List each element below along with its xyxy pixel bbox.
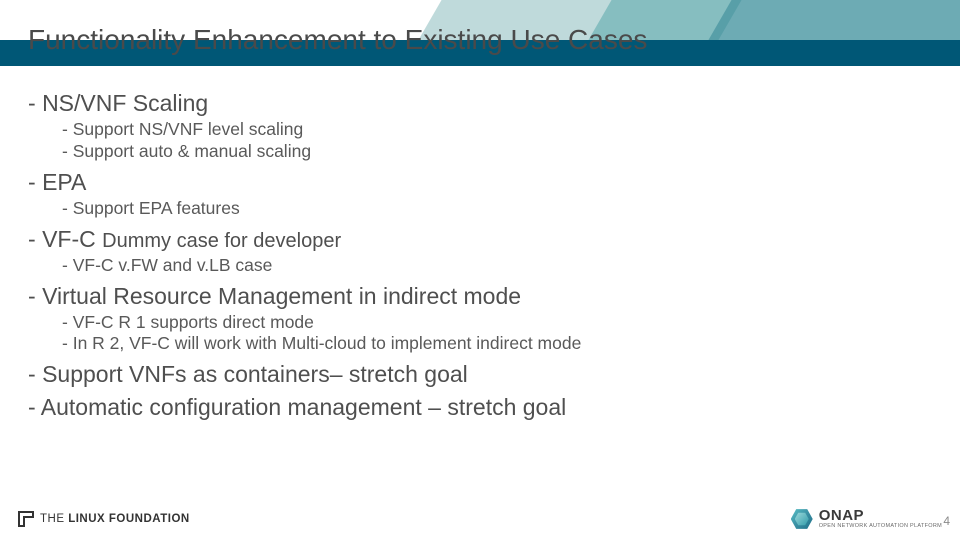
header-stripe — [697, 0, 960, 40]
lf-main: LINUX FOUNDATION — [68, 513, 190, 525]
linux-foundation-text: THE LINUX FOUNDATION — [40, 513, 190, 525]
onap-text: ONAP OPEN NETWORK AUTOMATION PLATFORM — [819, 508, 942, 530]
linux-foundation-logo: THE LINUX FOUNDATION — [18, 511, 190, 527]
slide-title: Functionality Enhancement to Existing Us… — [28, 24, 647, 56]
bullet-l1: EPA — [28, 169, 932, 196]
bullet-l1: NS/VNF Scaling — [28, 90, 932, 117]
slide-content: NS/VNF Scaling Support NS/VNF level scal… — [28, 84, 932, 423]
bullet-l2: Support EPA features — [62, 198, 932, 220]
bullet-l1: Virtual Resource Management in indirect … — [28, 283, 932, 310]
bullet-l1: Support VNFs as containers– stretch goal — [28, 361, 932, 388]
bullet-l2: In R 2, VF-C will work with Multi-cloud … — [62, 333, 932, 355]
lf-prefix: THE — [40, 513, 65, 525]
onap-sub: OPEN NETWORK AUTOMATION PLATFORM — [819, 524, 942, 530]
linux-foundation-icon — [18, 511, 34, 527]
bullet-l1: Automatic configuration management – str… — [28, 394, 932, 421]
bullet-text: VF-C — [42, 226, 102, 252]
page-number: 4 — [943, 514, 950, 528]
onap-logo: ONAP OPEN NETWORK AUTOMATION PLATFORM — [791, 508, 942, 530]
onap-icon — [791, 508, 813, 530]
bullet-l2: Support NS/VNF level scaling — [62, 119, 932, 141]
bullet-l1: VF-C Dummy case for developer — [28, 226, 932, 253]
bullet-l2: VF-C R 1 supports direct mode — [62, 312, 932, 334]
footer: THE LINUX FOUNDATION ONAP OPEN NETWORK A… — [18, 508, 942, 530]
slide: Functionality Enhancement to Existing Us… — [0, 0, 960, 540]
bullet-l2: Support auto & manual scaling — [62, 141, 932, 163]
onap-name: ONAP — [819, 508, 942, 523]
bullet-l2: VF-C v.FW and v.LB case — [62, 255, 932, 277]
bullet-text-small: Dummy case for developer — [102, 230, 341, 252]
